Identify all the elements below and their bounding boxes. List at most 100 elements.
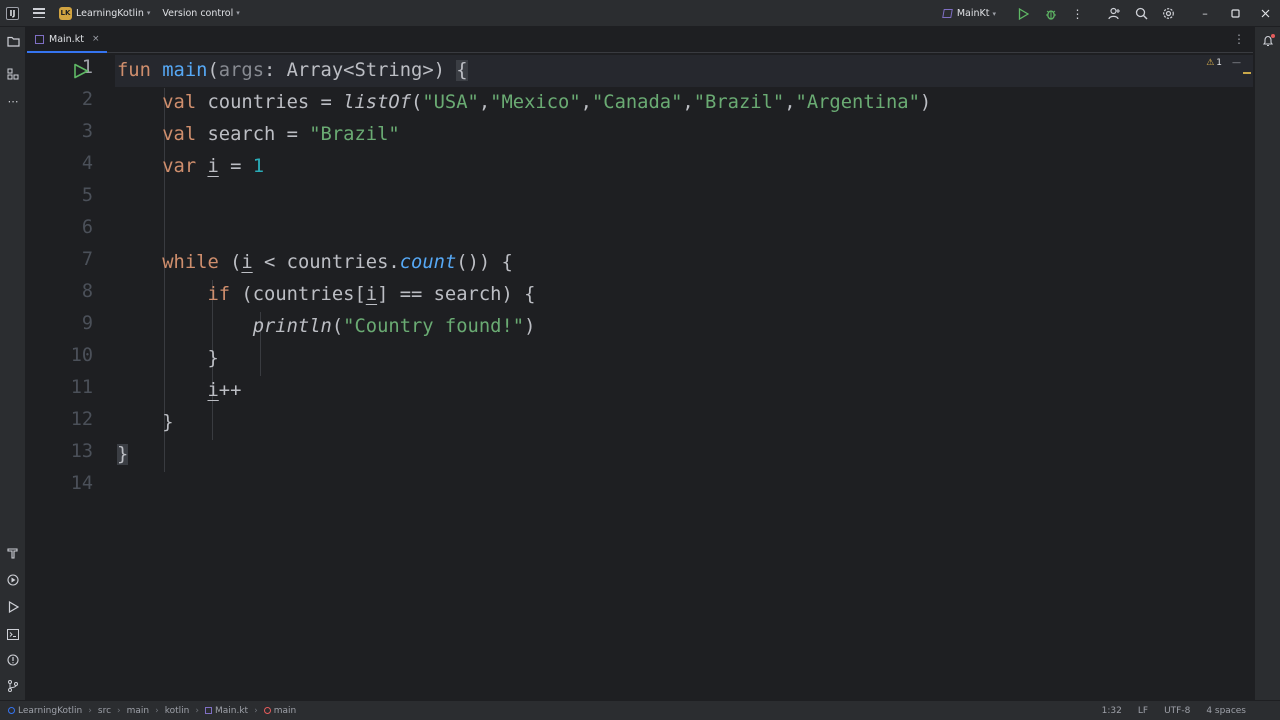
code-line-10: } xyxy=(117,343,219,375)
more-tools-button[interactable]: ⋯ xyxy=(0,90,26,112)
breadcrumb-main[interactable]: main xyxy=(127,706,150,716)
keyword: val xyxy=(162,124,197,145)
identifier: search = xyxy=(196,124,310,145)
string-literal: "Brazil" xyxy=(693,92,785,113)
warning-count: 1 xyxy=(1216,58,1222,68)
breadcrumb-kotlin[interactable]: kotlin xyxy=(165,706,190,716)
code-line-13: } xyxy=(117,439,129,471)
kotlin-file-icon xyxy=(942,9,953,18)
line-number-gutter: 1 2 3 4 5 6 7 8 9 10 11 12 13 14 xyxy=(27,54,115,700)
mutable-variable: i xyxy=(241,252,253,273)
git-tool-button[interactable] xyxy=(0,675,26,697)
breadcrumb-src[interactable]: src xyxy=(98,706,111,716)
notification-badge xyxy=(1271,34,1275,38)
code-line-1: fun main(args: Array<String>) { xyxy=(117,55,468,87)
string-literal: "Country found!" xyxy=(343,316,525,337)
notifications-button[interactable] xyxy=(1255,32,1280,50)
debug-button[interactable] xyxy=(1037,0,1064,27)
breadcrumb-project[interactable]: LearningKotlin xyxy=(18,706,82,716)
line-number: 12 xyxy=(70,409,93,430)
string-literal: "USA" xyxy=(422,92,479,113)
breadcrumb-file[interactable]: Main.kt xyxy=(215,706,248,716)
line-number: 14 xyxy=(70,473,93,494)
line-separator[interactable]: LF xyxy=(1138,706,1148,716)
maximize-button[interactable] xyxy=(1220,0,1250,27)
tab-options-button[interactable]: ⋮ xyxy=(1233,32,1245,46)
comma: , xyxy=(478,92,491,113)
run-icon xyxy=(1018,7,1029,20)
function-call: listOf xyxy=(343,92,411,113)
structure-icon xyxy=(7,68,19,80)
keyword: val xyxy=(162,92,197,113)
line-number: 4 xyxy=(81,153,93,174)
run-config-selector[interactable]: MainKt ▾ xyxy=(942,8,996,19)
inspections-widget[interactable]: ⚠ 1 — xyxy=(1206,58,1241,68)
close-window-button[interactable] xyxy=(1250,0,1280,27)
paren: ( xyxy=(331,316,344,337)
expression: (countries[ xyxy=(230,284,366,305)
version-control-menu[interactable]: Version control ▾ xyxy=(162,8,239,19)
project-name: LearningKotlin xyxy=(76,7,144,19)
code-line-12: } xyxy=(117,407,173,439)
chevron-right-icon: › xyxy=(117,705,121,716)
settings-button[interactable] xyxy=(1155,0,1182,27)
run-button[interactable] xyxy=(1010,0,1037,27)
run-icon xyxy=(74,63,89,79)
module-icon xyxy=(8,707,15,714)
line-number: 6 xyxy=(81,217,93,238)
more-actions-button[interactable]: ⋮ xyxy=(1064,0,1091,27)
run-config-label: MainKt xyxy=(956,8,990,19)
tab-main-kt[interactable]: Main.kt × xyxy=(27,27,108,53)
project-selector[interactable]: LearningKotlin ▾ xyxy=(76,8,150,19)
warning-scroll-marker[interactable] xyxy=(1243,72,1251,74)
breadcrumb-function[interactable]: main xyxy=(274,706,297,716)
paren: ( xyxy=(411,92,423,113)
mutable-variable: i xyxy=(207,380,219,401)
close-tab-icon[interactable]: × xyxy=(92,34,100,44)
breadcrumb: LearningKotlin › src › main › kotlin › M… xyxy=(8,706,296,716)
number-literal: 1 xyxy=(252,156,265,177)
add-user-icon xyxy=(1108,7,1120,20)
code-line-2: val countries = listOf("USA","Mexico","C… xyxy=(117,87,931,119)
string-literal: "Argentina" xyxy=(795,92,920,113)
more-horizontal-icon: ⋯ xyxy=(7,94,19,108)
project-tool-button[interactable] xyxy=(0,30,26,52)
line-number: 10 xyxy=(70,345,93,366)
code-line-9: println("Country found!") xyxy=(117,311,536,343)
editor-tab-bar: Main.kt × ⋮ xyxy=(27,27,1253,53)
services-tool-button[interactable] xyxy=(0,569,26,591)
caret-position[interactable]: 1:32 xyxy=(1102,706,1122,716)
run-tool-button[interactable] xyxy=(0,596,26,618)
code-with-me-button[interactable] xyxy=(1101,0,1128,27)
search-everywhere-button[interactable] xyxy=(1128,0,1155,27)
structure-tool-button[interactable] xyxy=(0,63,26,85)
main-menu-button[interactable] xyxy=(33,8,45,18)
paren: ) xyxy=(524,316,536,337)
run-main-gutter-button[interactable] xyxy=(71,62,91,80)
minimize-button[interactable]: – xyxy=(1190,0,1220,27)
function-call: count xyxy=(399,252,457,273)
terminal-tool-button[interactable] xyxy=(0,623,26,645)
closing-brace: } xyxy=(207,348,219,369)
minimize-icon: – xyxy=(1202,7,1208,20)
indent-setting[interactable]: 4 spaces xyxy=(1206,706,1246,716)
git-branch-icon xyxy=(8,680,18,692)
chevron-right-icon: › xyxy=(195,705,199,716)
code-line-7: while (i < countries.count()) { xyxy=(117,247,513,279)
kotlin-file-icon xyxy=(35,34,44,44)
kotlin-file-icon xyxy=(204,707,212,714)
more-vertical-icon: ⋮ xyxy=(1071,6,1084,21)
file-encoding[interactable]: UTF-8 xyxy=(1164,706,1190,716)
code-line-8: if (countries[i] == search) { xyxy=(117,279,535,311)
tab-label: Main.kt xyxy=(49,33,84,45)
keyword: if xyxy=(207,284,231,305)
terminal-icon xyxy=(7,628,19,640)
code-editor[interactable]: 1 2 3 4 5 6 7 8 9 10 11 12 13 14 fun mai… xyxy=(27,54,1253,700)
status-bar: LearningKotlin › src › main › kotlin › M… xyxy=(0,700,1280,720)
more-vertical-icon: ⋮ xyxy=(1233,32,1245,46)
comma: , xyxy=(580,92,592,113)
chevron-down-icon: ▾ xyxy=(236,9,240,17)
problems-tool-button[interactable] xyxy=(0,649,26,671)
build-tool-button[interactable] xyxy=(0,542,26,564)
line-number: 5 xyxy=(81,185,93,206)
